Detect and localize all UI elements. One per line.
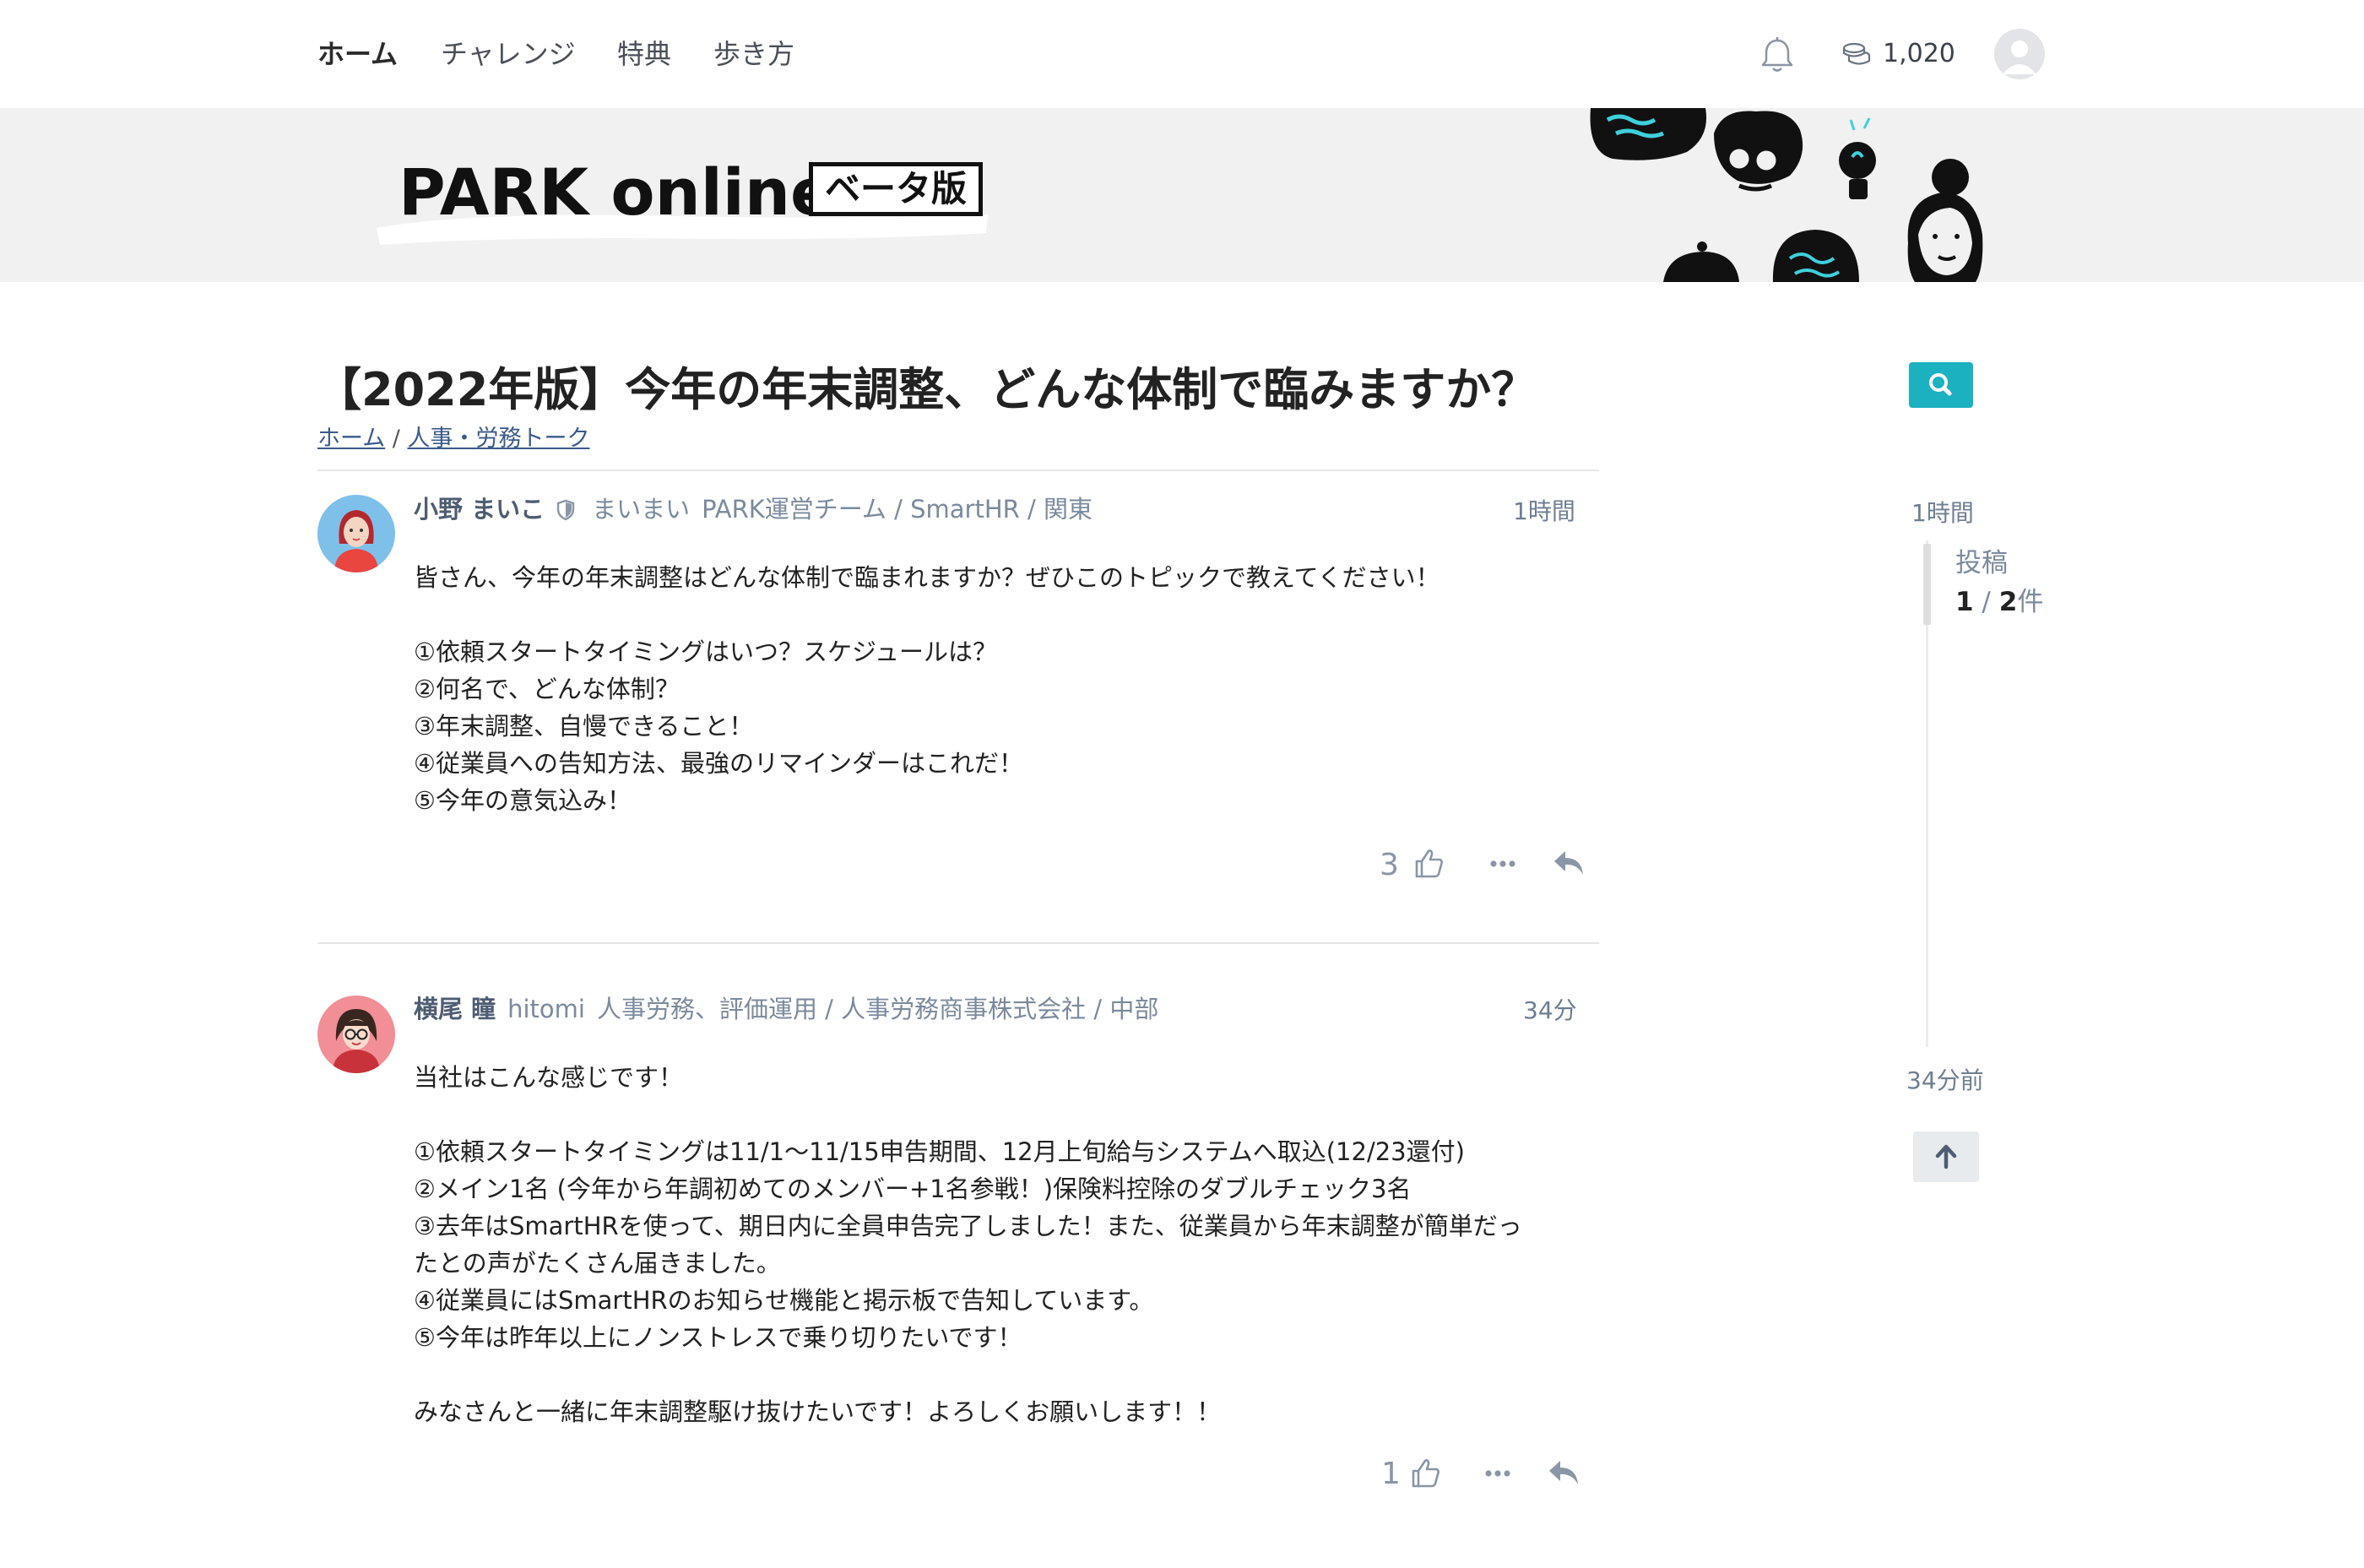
- post-line: みなさんと一緒に年末調整駆け抜けたいです！よろしくお願いします！！: [414, 1397, 1222, 1426]
- post-line: たとの声がたくさん届きました。: [414, 1249, 781, 1278]
- username[interactable]: 小野 まいこ: [414, 495, 545, 524]
- arrow-up-icon: [1935, 1144, 1957, 1169]
- user-handle: まいまい: [592, 495, 691, 524]
- timeline-end-date[interactable]: 34分前: [1906, 1062, 1984, 1099]
- avatar[interactable]: [317, 495, 395, 572]
- thumbs-up-icon[interactable]: [1408, 1456, 1442, 1489]
- timeline-scroll-handle[interactable]: [1923, 544, 1931, 625]
- username[interactable]: 横尾 瞳: [414, 995, 496, 1023]
- post-line: 皆さん、今年の年末調整はどんな体制で臨まれますか？ぜひこのトピックで教えてくださ…: [414, 563, 1440, 592]
- post-body: 当社はこんな感じです！ ①依頼スタートタイミングは11/1〜11/15申告期間、…: [414, 1059, 1522, 1430]
- nav-home[interactable]: ホーム: [317, 34, 398, 74]
- like-count: 3: [1380, 848, 1399, 882]
- nav-perks[interactable]: 特典: [617, 34, 671, 74]
- breadcrumb: ホーム / 人事・労務トーク: [317, 422, 589, 456]
- thumbs-up-icon[interactable]: [1412, 846, 1445, 880]
- user-handle: hitomi: [507, 995, 585, 1023]
- post-line-blank: [414, 1096, 1522, 1133]
- timeline-current: 1: [1955, 587, 1974, 617]
- post-line: ①依頼スタートタイミングは11/1〜11/15申告期間、12月上旬給与システムへ…: [414, 1137, 1465, 1166]
- breadcrumb-home-link[interactable]: ホーム: [317, 426, 385, 452]
- post-time[interactable]: 1時間: [1513, 493, 1575, 530]
- moderator-shield-icon: [556, 499, 575, 521]
- breadcrumb-category-link[interactable]: 人事・労務トーク: [407, 426, 589, 452]
- timeline-post-count: 1 / 2件: [1955, 583, 2043, 621]
- more-icon[interactable]: [1481, 1461, 1515, 1486]
- jump-to-top-button[interactable]: [1913, 1131, 1979, 1182]
- nav-challenge[interactable]: チャレンジ: [441, 34, 576, 74]
- divider: [317, 942, 1599, 944]
- post-line-blank: [414, 1356, 1522, 1393]
- search-icon: [1929, 373, 1952, 396]
- nav-guide[interactable]: 歩き方: [713, 34, 794, 74]
- bell-icon[interactable]: [1756, 34, 1798, 76]
- more-icon[interactable]: [1486, 851, 1520, 876]
- user-affiliation: 人事労務、評価運用 / 人事労務商事株式会社 / 中部: [596, 995, 1159, 1023]
- site-logo-text: PARK online: [399, 155, 834, 230]
- user-avatar-icon[interactable]: [1994, 29, 2045, 79]
- timeline-label: 投稿: [1955, 548, 2008, 578]
- post-line: ④従業員への告知方法、最強のリマインダーはこれだ！: [414, 749, 1023, 778]
- timeline-start-date[interactable]: 1時間: [1911, 495, 1974, 532]
- avatar[interactable]: [317, 996, 395, 1073]
- post-line: ⑤今年の意気込み！: [414, 786, 632, 815]
- post-line: ②何名で、どんな体制？: [414, 675, 680, 703]
- search-button[interactable]: [1909, 362, 1973, 408]
- coin-balance: 1,020: [1883, 39, 1955, 68]
- reply-icon[interactable]: [1547, 1457, 1581, 1488]
- breadcrumb-separator: /: [385, 426, 408, 452]
- beta-badge: ベータ版: [809, 162, 984, 216]
- reply-icon[interactable]: [1552, 848, 1586, 878]
- top-navigation: ホーム チャレンジ 特典 歩き方 1,020: [0, 0, 2364, 108]
- user-affiliation: PARK運営チーム / SmartHR / 関東: [702, 495, 1093, 524]
- timeline-unit: 件: [2017, 587, 2044, 617]
- post-meta: 横尾 瞳 hitomi 人事労務、評価運用 / 人事労務商事株式会社 / 中部: [414, 990, 1158, 1028]
- post-line: ⑤今年は昨年以上にノンストレスで乗り切りたいです！: [414, 1323, 1022, 1352]
- post-body: 皆さん、今年の年末調整はどんな体制で臨まれますか？ぜひこのトピックで教えてくださ…: [414, 559, 1440, 819]
- topic-title: 【2022年版】今年の年末調整、どんな体制で臨みますか？: [316, 363, 1537, 416]
- hero-banner: PARK online ベータ版: [0, 108, 2364, 282]
- post-line: ③去年はSmartHRを使って、期日内に全員申告完了しました！また、従業員から年…: [414, 1212, 1522, 1240]
- post-line: 当社はこんな感じです！: [414, 1063, 684, 1092]
- post-line: ②メイン1名 (今年から年調初めてのメンバー+1名参戦！)保険料控除のダブルチェ…: [414, 1175, 1412, 1203]
- post-line: ①依頼スタートタイミングはいつ？スケジュールは？: [414, 638, 997, 666]
- timeline-separator: /: [1973, 587, 1999, 617]
- character-illustration: [1590, 108, 1983, 282]
- timeline-total: 2: [1998, 587, 2018, 617]
- coin-icon: [1842, 42, 1871, 65]
- divider: [317, 469, 1599, 471]
- like-count: 1: [1381, 1457, 1401, 1491]
- post-line-blank: [414, 596, 1440, 633]
- post-line: ③年末調整、自慢できること！: [414, 712, 754, 741]
- post-meta: 小野 まいこ まいまい PARK運営チーム / SmartHR / 関東: [414, 491, 1093, 528]
- post-time[interactable]: 34分: [1523, 992, 1577, 1029]
- post-line: ④従業員にはSmartHRのお知らせ機能と掲示板で告知しています。: [414, 1286, 1154, 1315]
